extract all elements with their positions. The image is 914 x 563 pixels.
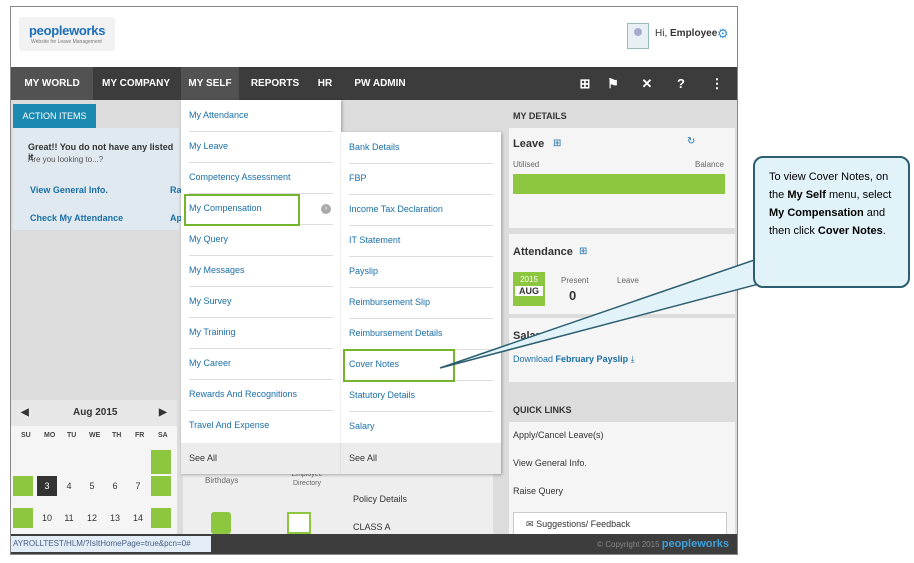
instruction-callout: To view Cover Notes, on the My Self menu… xyxy=(753,156,910,288)
callout-text-6: Cover Notes xyxy=(817,225,883,237)
callout-pointer-shape xyxy=(439,257,776,369)
callout-text-2: My Self xyxy=(787,189,826,201)
callout-text-3: menu, select xyxy=(828,189,892,201)
callout-text-4: My Compensation xyxy=(769,207,864,219)
callout-text-7: . xyxy=(882,225,886,237)
